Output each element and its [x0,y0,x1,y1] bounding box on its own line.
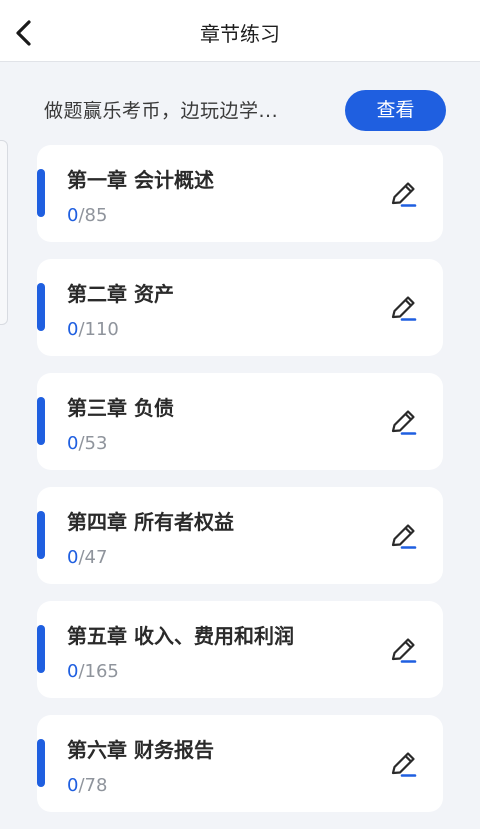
progress-done: 0 [67,775,79,796]
chapter-progress: 0/47 [67,547,107,568]
practice-button[interactable] [387,634,419,666]
practice-button[interactable] [387,178,419,210]
chapter-title: 第六章 财务报告 [67,738,214,762]
accent-bar [37,283,45,331]
pencil-edit-icon [391,752,417,777]
chapter-progress: 0/110 [67,319,119,340]
progress-total: /53 [78,433,108,454]
pencil-edit-icon [391,638,417,663]
practice-button[interactable] [387,292,419,324]
practice-button[interactable] [387,406,419,438]
pencil-edit-icon [391,524,417,549]
pencil-edit-icon [391,182,417,207]
app-header: 章节练习 [0,0,480,62]
pencil-edit-icon [391,296,417,321]
promo-text: 做题赢乐考币，边玩边学... [44,100,279,122]
practice-button[interactable] [387,520,419,552]
accent-bar [37,169,45,217]
chapter-card[interactable]: 第三章 负债 0/53 [37,373,443,470]
chapter-title: 第二章 资产 [67,282,174,306]
chapter-card[interactable]: 第六章 财务报告 0/78 [37,715,443,812]
progress-done: 0 [67,319,79,340]
progress-done: 0 [67,205,79,226]
view-button[interactable]: 查看 [345,90,446,131]
progress-total: /85 [78,205,108,226]
accent-bar [37,625,45,673]
accent-bar [37,511,45,559]
chapter-card[interactable]: 第五章 收入、费用和利润 0/165 [37,601,443,698]
progress-total: /110 [78,319,119,340]
chapter-card[interactable]: 第二章 资产 0/110 [37,259,443,356]
chapter-title: 第五章 收入、费用和利润 [67,624,294,648]
progress-total: /165 [78,661,119,682]
chapter-card[interactable]: 第一章 会计概述 0/85 [37,145,443,242]
chapter-progress: 0/78 [67,775,107,796]
chapter-title: 第四章 所有者权益 [67,510,234,534]
accent-bar [37,397,45,445]
chapter-title: 第三章 负债 [67,396,174,420]
chapter-progress: 0/53 [67,433,107,454]
progress-done: 0 [67,661,79,682]
progress-total: /47 [78,547,108,568]
chapter-progress: 0/85 [67,205,107,226]
accent-bar [37,739,45,787]
page-title: 章节练习 [200,22,280,46]
chapter-title: 第一章 会计概述 [67,168,214,192]
practice-button[interactable] [387,748,419,780]
chapter-list: 第一章 会计概述 0/85 第二章 资产 0/110 第三章 负债 0/53 第… [37,145,443,829]
side-drawer-handle[interactable] [0,140,8,325]
progress-done: 0 [67,433,79,454]
progress-done: 0 [67,547,79,568]
chapter-progress: 0/165 [67,661,119,682]
progress-total: /78 [78,775,108,796]
pencil-edit-icon [391,410,417,435]
chapter-card[interactable]: 第四章 所有者权益 0/47 [37,487,443,584]
